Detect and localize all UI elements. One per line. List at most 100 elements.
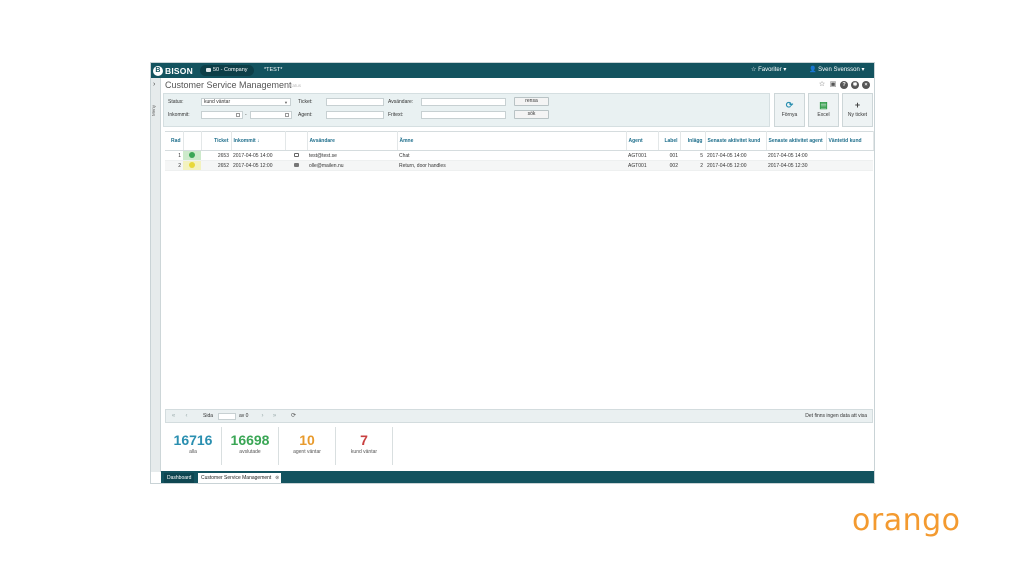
close-tab-icon[interactable]: ⊗ <box>275 473 279 483</box>
column-sender[interactable]: Avsändare <box>307 131 398 151</box>
agent-input[interactable] <box>326 111 384 119</box>
posts: 2 <box>680 160 705 171</box>
ticket-input[interactable] <box>326 98 384 106</box>
column-label[interactable]: Label <box>658 131 681 151</box>
bison-logo[interactable]: B BISON <box>153 65 193 76</box>
last-activity-customer: 2017-04-05 12:00 <box>705 160 766 171</box>
column-last-activity-agent[interactable]: Senaste aktivitet agent <box>766 131 827 151</box>
close-icon[interactable]: × <box>862 81 870 89</box>
new-ticket-label: Ny ticket <box>847 112 868 118</box>
user-name: Sven Svensson <box>818 67 860 73</box>
user-icon: 👤 <box>809 67 817 73</box>
next-page-icon[interactable]: › <box>258 412 267 421</box>
column-last-activity-customer[interactable]: Senaste aktivitet kund <box>705 131 767 151</box>
wait-customer <box>826 150 873 161</box>
refresh-button[interactable]: ⟳ Förnya <box>774 93 805 127</box>
settings-icon[interactable]: ✱ <box>851 81 859 89</box>
channel-cell <box>285 160 307 171</box>
company-selector[interactable]: 50 - Company <box>200 65 254 76</box>
tab-customer-service[interactable]: Customer Service Management ⊗ <box>198 473 282 483</box>
page-subtitle: status <box>289 83 302 88</box>
tab-dashboard[interactable]: Dashboard <box>164 473 195 483</box>
incoming-label: Inkommit: <box>168 112 190 118</box>
last-activity-customer: 2017-04-05 14:00 <box>705 150 766 161</box>
stat-closed-label: avslutade <box>239 449 261 455</box>
wait-customer <box>826 160 873 171</box>
logo-icon: B <box>153 65 163 76</box>
status-select[interactable]: kund väntar <box>201 98 291 106</box>
stat-customer-waiting[interactable]: 7 kund väntar <box>336 427 393 465</box>
favorites-menu[interactable]: ☆ Favoriter ▾ <box>751 63 786 78</box>
page-input[interactable] <box>218 413 236 420</box>
refresh-label: Förnya <box>781 112 798 118</box>
search-button[interactable]: sök <box>514 110 549 119</box>
new-ticket-button[interactable]: + Ny ticket <box>842 93 873 127</box>
app-window: B BISON 50 - Company *TEST* ☆ Favoriter … <box>150 62 875 484</box>
stat-closed-value: 16698 <box>230 432 270 448</box>
table-row[interactable]: 2 2652 2017-04-05 12:00 olle@mailen.nu R… <box>165 160 873 171</box>
agent: AGT001 <box>626 150 658 161</box>
prev-page-icon[interactable]: ‹ <box>182 412 191 421</box>
column-row[interactable]: Rad <box>165 131 184 151</box>
reload-icon[interactable]: ⟳ <box>289 412 298 421</box>
agent-label: Agent: <box>298 112 313 118</box>
label: 002 <box>658 160 680 171</box>
orango-logo: orango <box>852 503 961 538</box>
table-row[interactable]: 1 2653 2017-04-05 14:00 test@test.se Cha… <box>165 150 873 161</box>
side-menu-strip[interactable]: › Meny <box>151 78 161 472</box>
chevron-right-icon[interactable]: › <box>153 81 155 88</box>
ticket-number: 2652 <box>201 160 231 171</box>
star-icon: ☆ <box>751 67 757 73</box>
status-cell <box>183 160 201 171</box>
incoming-separator: - <box>245 112 247 118</box>
excel-button[interactable]: ▤ Excel <box>808 93 839 127</box>
column-agent[interactable]: Agent <box>626 131 659 151</box>
sender-input[interactable] <box>421 98 506 106</box>
calendar-icon[interactable] <box>285 113 289 117</box>
stat-closed[interactable]: 16698 avslutade <box>222 427 279 465</box>
last-page-icon[interactable]: » <box>270 412 279 421</box>
header-icons: ☆ ▣ ? ✱ × <box>818 81 870 89</box>
label: 001 <box>658 150 680 161</box>
table-header-row: Rad Ticket Inkommit ↓ Avsändare Ämne Age… <box>165 131 874 151</box>
column-incoming[interactable]: Inkommit ↓ <box>231 131 286 151</box>
stat-customer-waiting-label: kund väntar <box>350 449 378 455</box>
last-activity-agent: 2017-04-05 14:00 <box>766 150 826 161</box>
freetext-input[interactable] <box>421 111 506 119</box>
stats-panel: 16716 alla 16698 avslutade 10 agent vänt… <box>165 427 393 467</box>
column-wait-customer[interactable]: Väntetid kund <box>826 131 874 151</box>
stat-agent-waiting[interactable]: 10 agent väntar <box>279 427 336 465</box>
status-label: Status: <box>168 99 184 105</box>
help-icon[interactable]: ? <box>840 81 848 89</box>
freetext-label: Fritext: <box>388 112 404 118</box>
incoming-date: 2017-04-05 12:00 <box>231 160 285 171</box>
column-subject[interactable]: Ämne <box>397 131 627 151</box>
excel-label: Excel <box>817 112 830 118</box>
sender: olle@mailen.nu <box>307 160 397 171</box>
folder-icon <box>206 67 211 72</box>
star-icon[interactable]: ☆ <box>818 81 826 89</box>
refresh-icon: ⟳ <box>785 100 794 110</box>
column-ticket[interactable]: Ticket <box>201 131 232 151</box>
first-page-icon[interactable]: « <box>169 412 178 421</box>
page-label: Sida <box>203 413 214 419</box>
channel-cell <box>285 150 307 161</box>
chat-icon <box>293 153 299 158</box>
save-icon[interactable]: ▣ <box>829 81 837 89</box>
last-activity-agent: 2017-04-05 12:30 <box>766 160 826 171</box>
column-status[interactable] <box>183 131 202 151</box>
user-menu[interactable]: 👤 Sven Svensson ▾ <box>809 63 865 78</box>
column-posts[interactable]: Inlägg <box>680 131 706 151</box>
chevron-down-icon: ▾ <box>783 67 787 73</box>
clear-button[interactable]: rensa <box>514 97 549 106</box>
stat-agent-waiting-label: agent väntar <box>293 449 321 455</box>
company-name: 50 - Company <box>213 67 248 73</box>
column-channel[interactable] <box>285 131 308 151</box>
stat-agent-waiting-value: 10 <box>299 432 315 448</box>
filter-panel: Status: kund väntar ▼ Inkommit: - Ticket… <box>163 93 770 127</box>
stat-all[interactable]: 16716 alla <box>165 427 222 465</box>
top-bar: B BISON 50 - Company *TEST* ☆ Favoriter … <box>151 63 874 78</box>
stat-customer-waiting-value: 7 <box>360 432 368 448</box>
status-yellow-icon <box>189 162 195 169</box>
calendar-icon[interactable] <box>236 113 240 117</box>
